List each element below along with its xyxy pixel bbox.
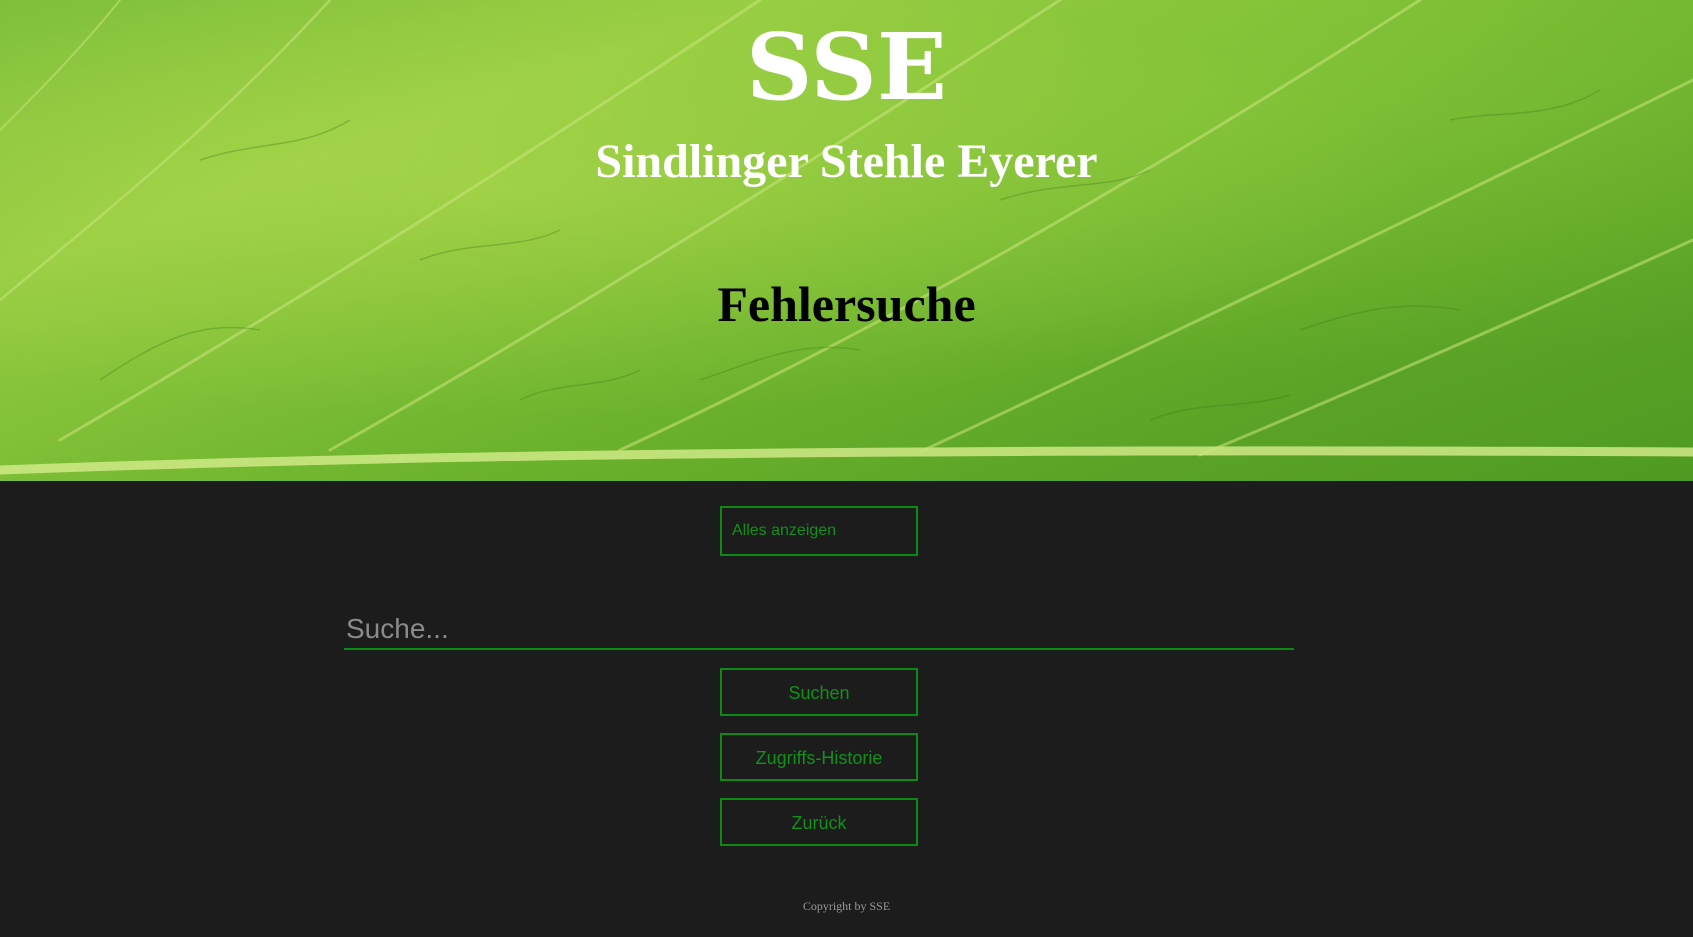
page-title: Fehlersuche <box>717 276 976 332</box>
site-subtitle: Sindlinger Stehle Eyerer <box>595 135 1098 188</box>
search-input[interactable] <box>344 610 1294 650</box>
show-all-button[interactable]: Alles anzeigen <box>720 506 918 556</box>
access-history-button[interactable]: Zugriffs-Historie <box>720 733 918 781</box>
site-title: SSE <box>746 13 947 121</box>
back-button[interactable]: Zurück <box>720 798 918 846</box>
footer-copyright: Copyright by SSE <box>802 899 891 913</box>
search-button[interactable]: Suchen <box>720 668 918 716</box>
header-banner: SSE Sindlinger Stehle Eyerer Fehlersuche <box>0 0 1693 481</box>
